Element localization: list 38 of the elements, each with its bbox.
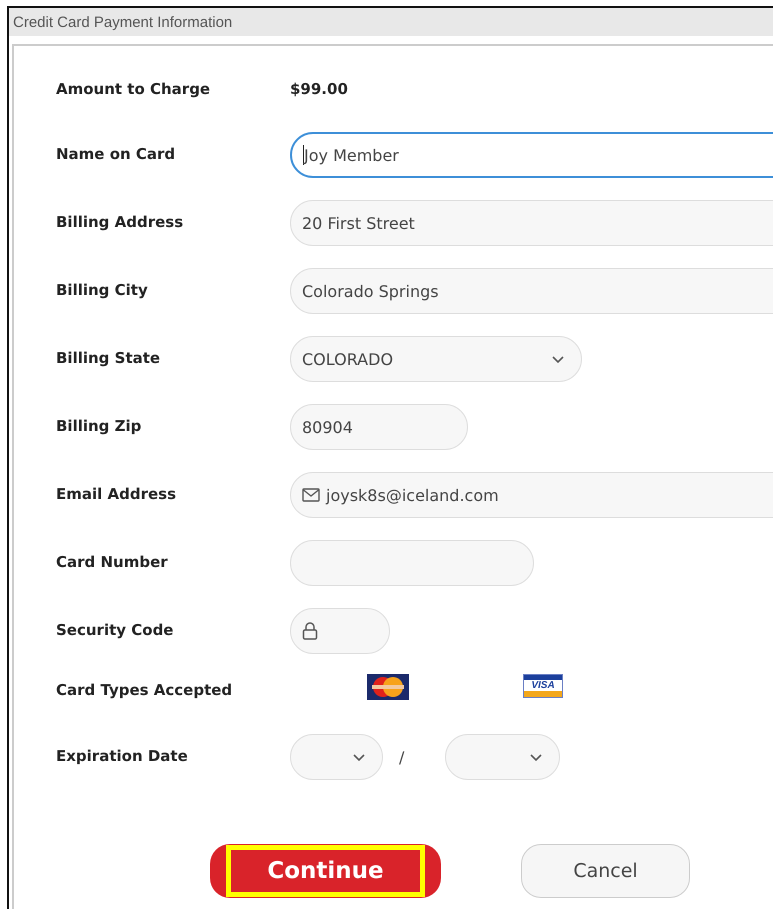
input-field[interactable]: 20 First Street bbox=[290, 200, 773, 246]
chevron-icon bbox=[352, 752, 366, 762]
field-value: joysk8s@iceland.com bbox=[326, 486, 499, 504]
chevron-icon bbox=[551, 354, 565, 364]
input-field[interactable] bbox=[290, 540, 534, 586]
field-label: Expiration Date bbox=[56, 746, 189, 766]
month-dropdown[interactable] bbox=[290, 734, 383, 780]
input-field[interactable]: joysk8s@iceland.com bbox=[290, 472, 773, 518]
chevron-icon bbox=[529, 752, 543, 762]
field-label: Amount to Charge bbox=[56, 79, 212, 99]
input-field[interactable] bbox=[290, 608, 390, 654]
field-label: Billing Address bbox=[56, 212, 184, 232]
date-separator: / bbox=[398, 748, 406, 766]
input-field[interactable]: Colorado Springs bbox=[290, 268, 773, 314]
field-label: Name on Card bbox=[56, 144, 176, 164]
field-label: Billing State bbox=[56, 348, 162, 368]
field-value: Colorado Springs bbox=[302, 282, 439, 300]
envelope-icon bbox=[302, 488, 320, 502]
input-field[interactable]: 80904 bbox=[290, 404, 468, 450]
field-label: Card Number bbox=[56, 552, 169, 572]
amount-value: $99.00 bbox=[290, 79, 348, 99]
panel-title: Credit Card Payment Information bbox=[13, 14, 232, 30]
state-dropdown[interactable]: COLORADO bbox=[290, 336, 582, 382]
year-dropdown[interactable] bbox=[445, 734, 560, 780]
field-label: Card Types Accepted bbox=[56, 680, 234, 700]
field-value: 80904 bbox=[302, 418, 353, 436]
field-label: Billing Zip bbox=[56, 416, 142, 436]
field-label: Billing City bbox=[56, 280, 149, 300]
input-field[interactable]: Joy Member bbox=[290, 132, 773, 178]
continue-button[interactable]: Continue bbox=[210, 844, 441, 898]
field-label: Security Code bbox=[56, 620, 174, 640]
card-logo-icon bbox=[367, 674, 409, 700]
field-value: Joy Member bbox=[304, 146, 399, 164]
cancel-button[interactable]: Cancel bbox=[521, 844, 690, 898]
field-label: Email Address bbox=[56, 484, 178, 504]
field-value: 20 First Street bbox=[302, 214, 415, 232]
card-logo-icon: VISA bbox=[523, 674, 563, 698]
lock-icon bbox=[302, 622, 318, 640]
